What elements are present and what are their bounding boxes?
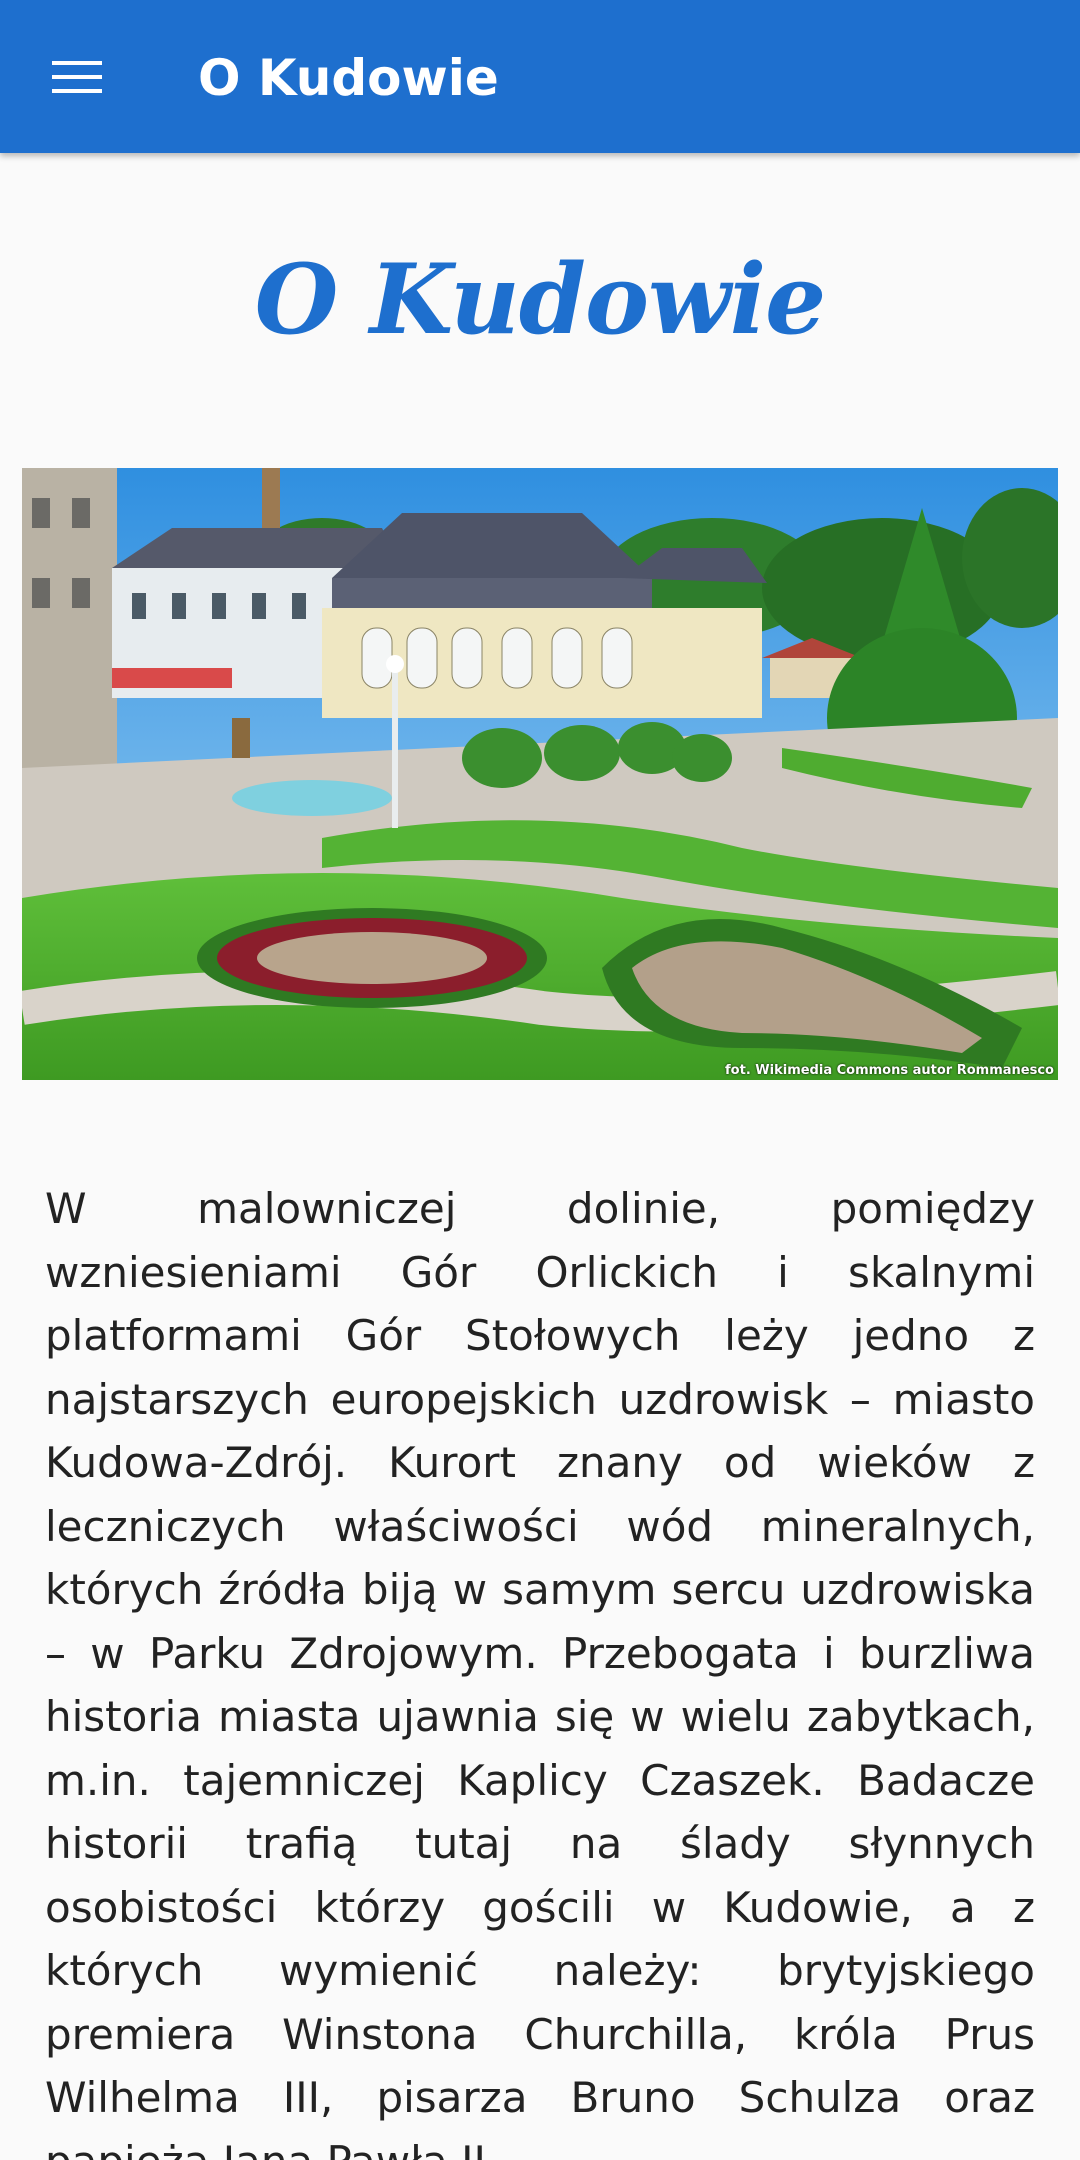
hamburger-menu-icon[interactable]	[36, 44, 118, 110]
photo-illustration	[22, 468, 1058, 1080]
app-bar-title: O Kudowie	[198, 49, 499, 107]
page-content[interactable]: O Kudowie fot. Wikimedia Commons autor R…	[0, 153, 1080, 2160]
app-bar: O Kudowie	[0, 0, 1080, 153]
spa-park-photo: fot. Wikimedia Commons autor Rommanesco	[22, 468, 1058, 1080]
article-text: W malowniczej dolinie, pomiędzy wzniesie…	[45, 1184, 1035, 2160]
photo-credit: fot. Wikimedia Commons autor Rommanesco	[725, 1063, 1054, 1078]
page-heading: O Kudowie	[254, 243, 827, 356]
